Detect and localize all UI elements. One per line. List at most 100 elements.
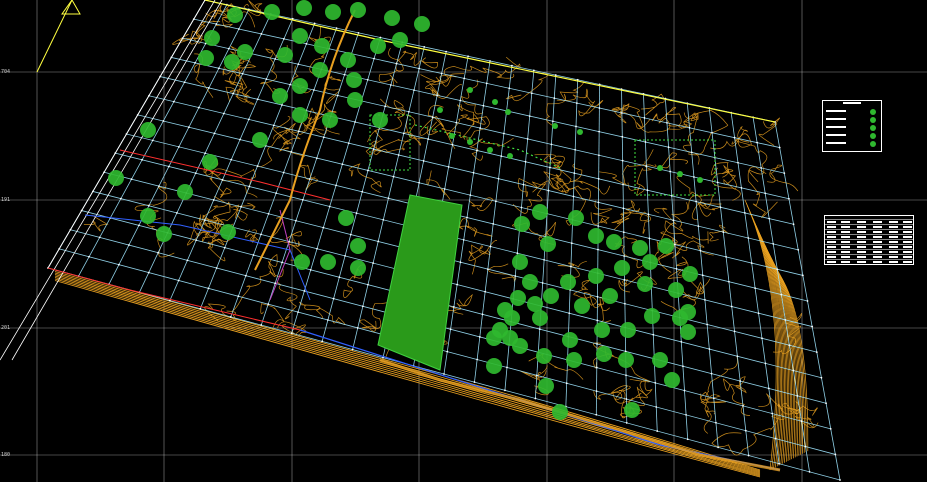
tree-symbol-icon [486,330,502,346]
tree-symbol-icon [870,133,876,139]
shrub-dot [505,109,511,115]
grid-node [128,244,130,246]
north-arrow-icon [36,0,81,73]
shrub-dot [467,87,473,93]
grid-node [764,362,767,365]
grid-node [489,60,491,62]
grid-node [520,206,523,209]
grid-node [621,135,624,138]
table-cell-mark [903,251,912,253]
grid-node [686,438,689,441]
grid-node [229,316,232,318]
grid-node [167,165,170,168]
tree-symbol-icon [392,32,408,48]
tree-symbol-icon [502,330,518,346]
grid-node [305,42,308,45]
grid-node [754,287,757,290]
table-cell-mark [889,256,898,258]
table-row [825,234,913,235]
tree-symbol-icon [292,28,308,44]
table-cell-mark [827,241,836,243]
tree-symbol-icon [292,107,308,123]
tree-symbol-icon [552,404,568,420]
grid-node [472,171,475,174]
grid-node [625,422,628,424]
tree-symbol-icon [588,268,604,284]
table-cell-mark [827,231,836,233]
grid-node [597,248,599,251]
grid-node [704,298,706,301]
grid-node [395,62,398,65]
tree-legend [822,100,882,152]
contour-line [688,194,722,217]
grid-node [621,159,624,162]
tree-symbol-icon [264,4,280,20]
contour-line [620,209,652,234]
grid-node [783,172,786,175]
contour-line [83,214,109,232]
grid-node [207,287,210,290]
grid-node [538,328,541,331]
grid-node [341,163,344,166]
grid-node [804,445,807,448]
table-cell-mark [903,231,912,233]
grid-node [302,198,304,201]
grid-node [750,262,753,264]
grid-node [597,225,600,227]
grid-node [778,462,780,465]
grid-node [459,99,462,102]
table-row [825,219,913,220]
grid-node [240,205,243,208]
table-cell-mark [857,241,866,243]
grid-node [701,274,704,277]
tree-symbol-icon [252,132,268,148]
grid-node [397,154,400,156]
grid-node [173,100,175,103]
grid-node [313,22,316,25]
grid-node [449,328,452,331]
grid-node [176,212,178,214]
grid-node [528,115,531,117]
grid-node [312,89,315,91]
grid-node [357,31,360,34]
tree-symbol-icon [664,372,680,388]
grid-node [335,27,338,30]
grid-node [297,130,300,133]
shrub-dot [677,171,683,177]
grid-node [332,297,335,300]
grid-node [625,374,627,377]
table-cell-mark [857,226,866,228]
grid-node [621,112,623,114]
tree-symbol-icon [596,346,612,362]
grid-node [423,46,426,48]
table-cell-mark [841,236,850,238]
tree-symbol-icon [346,72,362,88]
grid-node [456,283,459,286]
contour-line [598,149,654,186]
grid-node [297,311,299,314]
contour-line [709,224,729,242]
grid-node [440,72,443,75]
grid-node [244,274,247,277]
grid-node [485,82,488,85]
grid-node [622,207,625,210]
grid-node [418,67,421,70]
grid-node [366,78,369,81]
grid-node [524,160,527,163]
grid-node [281,104,283,106]
contour-line [468,240,498,275]
grid-node [343,73,346,76]
grid-node [719,206,722,209]
grid-node [147,271,150,274]
table-cell-mark [857,221,866,223]
grid-node [289,83,292,86]
table-cell-mark [827,261,836,263]
tree-symbol-icon [372,112,388,128]
grid-node [349,233,352,236]
grid-node [514,275,517,277]
table-cell-mark [841,221,850,223]
grid-node [482,104,485,107]
grid-node [217,67,220,70]
grid-node [351,348,354,351]
table-cell-mark [889,241,898,243]
